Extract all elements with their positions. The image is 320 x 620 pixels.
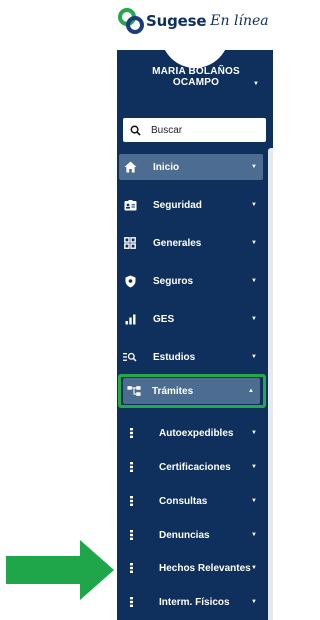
submenu-item-label: Denuncias [159, 529, 210, 541]
chevron-down-icon: ▼ [251, 354, 257, 360]
user-menu[interactable]: MARIA BOLAÑOS OCAMPO ▼ [117, 66, 273, 88]
submenu-item-label: Certificaciones [159, 461, 231, 473]
user-name: MARIA BOLAÑOS OCAMPO [152, 66, 240, 88]
vertical-dots-icon [124, 563, 138, 573]
arrow-annotation-icon [6, 540, 114, 600]
chevron-down-icon: ▼ [251, 278, 257, 284]
chevron-down-icon: ▼ [251, 565, 257, 571]
vertical-dots-icon [124, 462, 138, 472]
sidebar-item-inicio[interactable]: Inicio ▼ [119, 154, 263, 180]
sidebar-item-label: Estudios [153, 351, 196, 363]
sidebar-item-label: Inicio [153, 161, 180, 173]
id-card-icon [123, 198, 137, 212]
sidebar-item-ges[interactable]: GES ▼ [119, 306, 263, 332]
sidebar-item-label: Seguridad [153, 199, 202, 211]
search-icon[interactable] [130, 125, 141, 136]
grid-icon [123, 236, 137, 250]
sidebar-item-label: Trámites [152, 385, 194, 397]
list-search-icon [123, 350, 137, 364]
sidebar-item-seguridad[interactable]: Seguridad ▼ [119, 192, 263, 218]
search-input[interactable] [149, 123, 253, 137]
sitemap-icon [127, 384, 141, 398]
chevron-down-icon: ▼ [251, 240, 257, 246]
sugese-logo[interactable]: Sugese En línea [118, 8, 269, 34]
submenu-item-hechos-relevantes[interactable]: Hechos Relevantes ▼ [119, 556, 263, 580]
logo-tagline: En línea [210, 13, 269, 29]
sidebar-item-seguros[interactable]: Seguros ▼ [119, 268, 263, 294]
chevron-up-icon: ▲ [248, 388, 254, 394]
scrollbar[interactable] [268, 148, 273, 620]
submenu-item-autoexpedibles[interactable]: Autoexpedibles ▼ [119, 421, 263, 445]
chevron-down-icon: ▼ [251, 464, 257, 470]
submenu-item-label: Autoexpedibles [159, 427, 234, 439]
shield-icon [123, 274, 137, 288]
vertical-dots-icon [124, 597, 138, 607]
sidebar-item-label: Seguros [153, 275, 194, 287]
ribbon-logo-icon [118, 8, 144, 34]
sidebar: MARIA BOLAÑOS OCAMPO ▼ Inicio ▼ Segurida… [117, 50, 273, 620]
bar-chart-icon [123, 312, 137, 326]
chevron-down-icon: ▼ [251, 164, 257, 170]
chevron-down-icon[interactable]: ▼ [253, 81, 259, 87]
home-icon [123, 160, 137, 174]
chevron-down-icon: ▼ [251, 532, 257, 538]
sidebar-item-label: Generales [153, 237, 202, 249]
vertical-dots-icon [124, 496, 138, 506]
chevron-down-icon: ▼ [251, 498, 257, 504]
chevron-down-icon: ▼ [251, 599, 257, 605]
submenu-item-label: Hechos Relevantes [159, 562, 251, 574]
submenu-item-consultas[interactable]: Consultas ▼ [119, 489, 263, 513]
submenu-item-denuncias[interactable]: Denuncias ▼ [119, 523, 263, 547]
sidebar-item-tramites[interactable]: Trámites ▲ [123, 378, 260, 404]
submenu-item-label: Interm. Físicos [159, 596, 230, 608]
submenu-item-interm-fisicos[interactable]: Interm. Físicos ▼ [119, 590, 263, 614]
submenu-item-label: Consultas [159, 495, 208, 507]
chevron-down-icon: ▼ [251, 430, 257, 436]
vertical-dots-icon [124, 530, 138, 540]
chevron-down-icon: ▼ [251, 316, 257, 322]
search-box [123, 118, 266, 142]
logo-brand-text: Sugese [146, 12, 207, 30]
sidebar-item-generales[interactable]: Generales ▼ [119, 230, 263, 256]
sidebar-item-label: GES [153, 313, 175, 325]
vertical-dots-icon [124, 428, 138, 438]
sidebar-item-estudios[interactable]: Estudios ▼ [119, 344, 263, 370]
chevron-down-icon: ▼ [251, 202, 257, 208]
submenu-item-certificaciones[interactable]: Certificaciones ▼ [119, 455, 263, 479]
